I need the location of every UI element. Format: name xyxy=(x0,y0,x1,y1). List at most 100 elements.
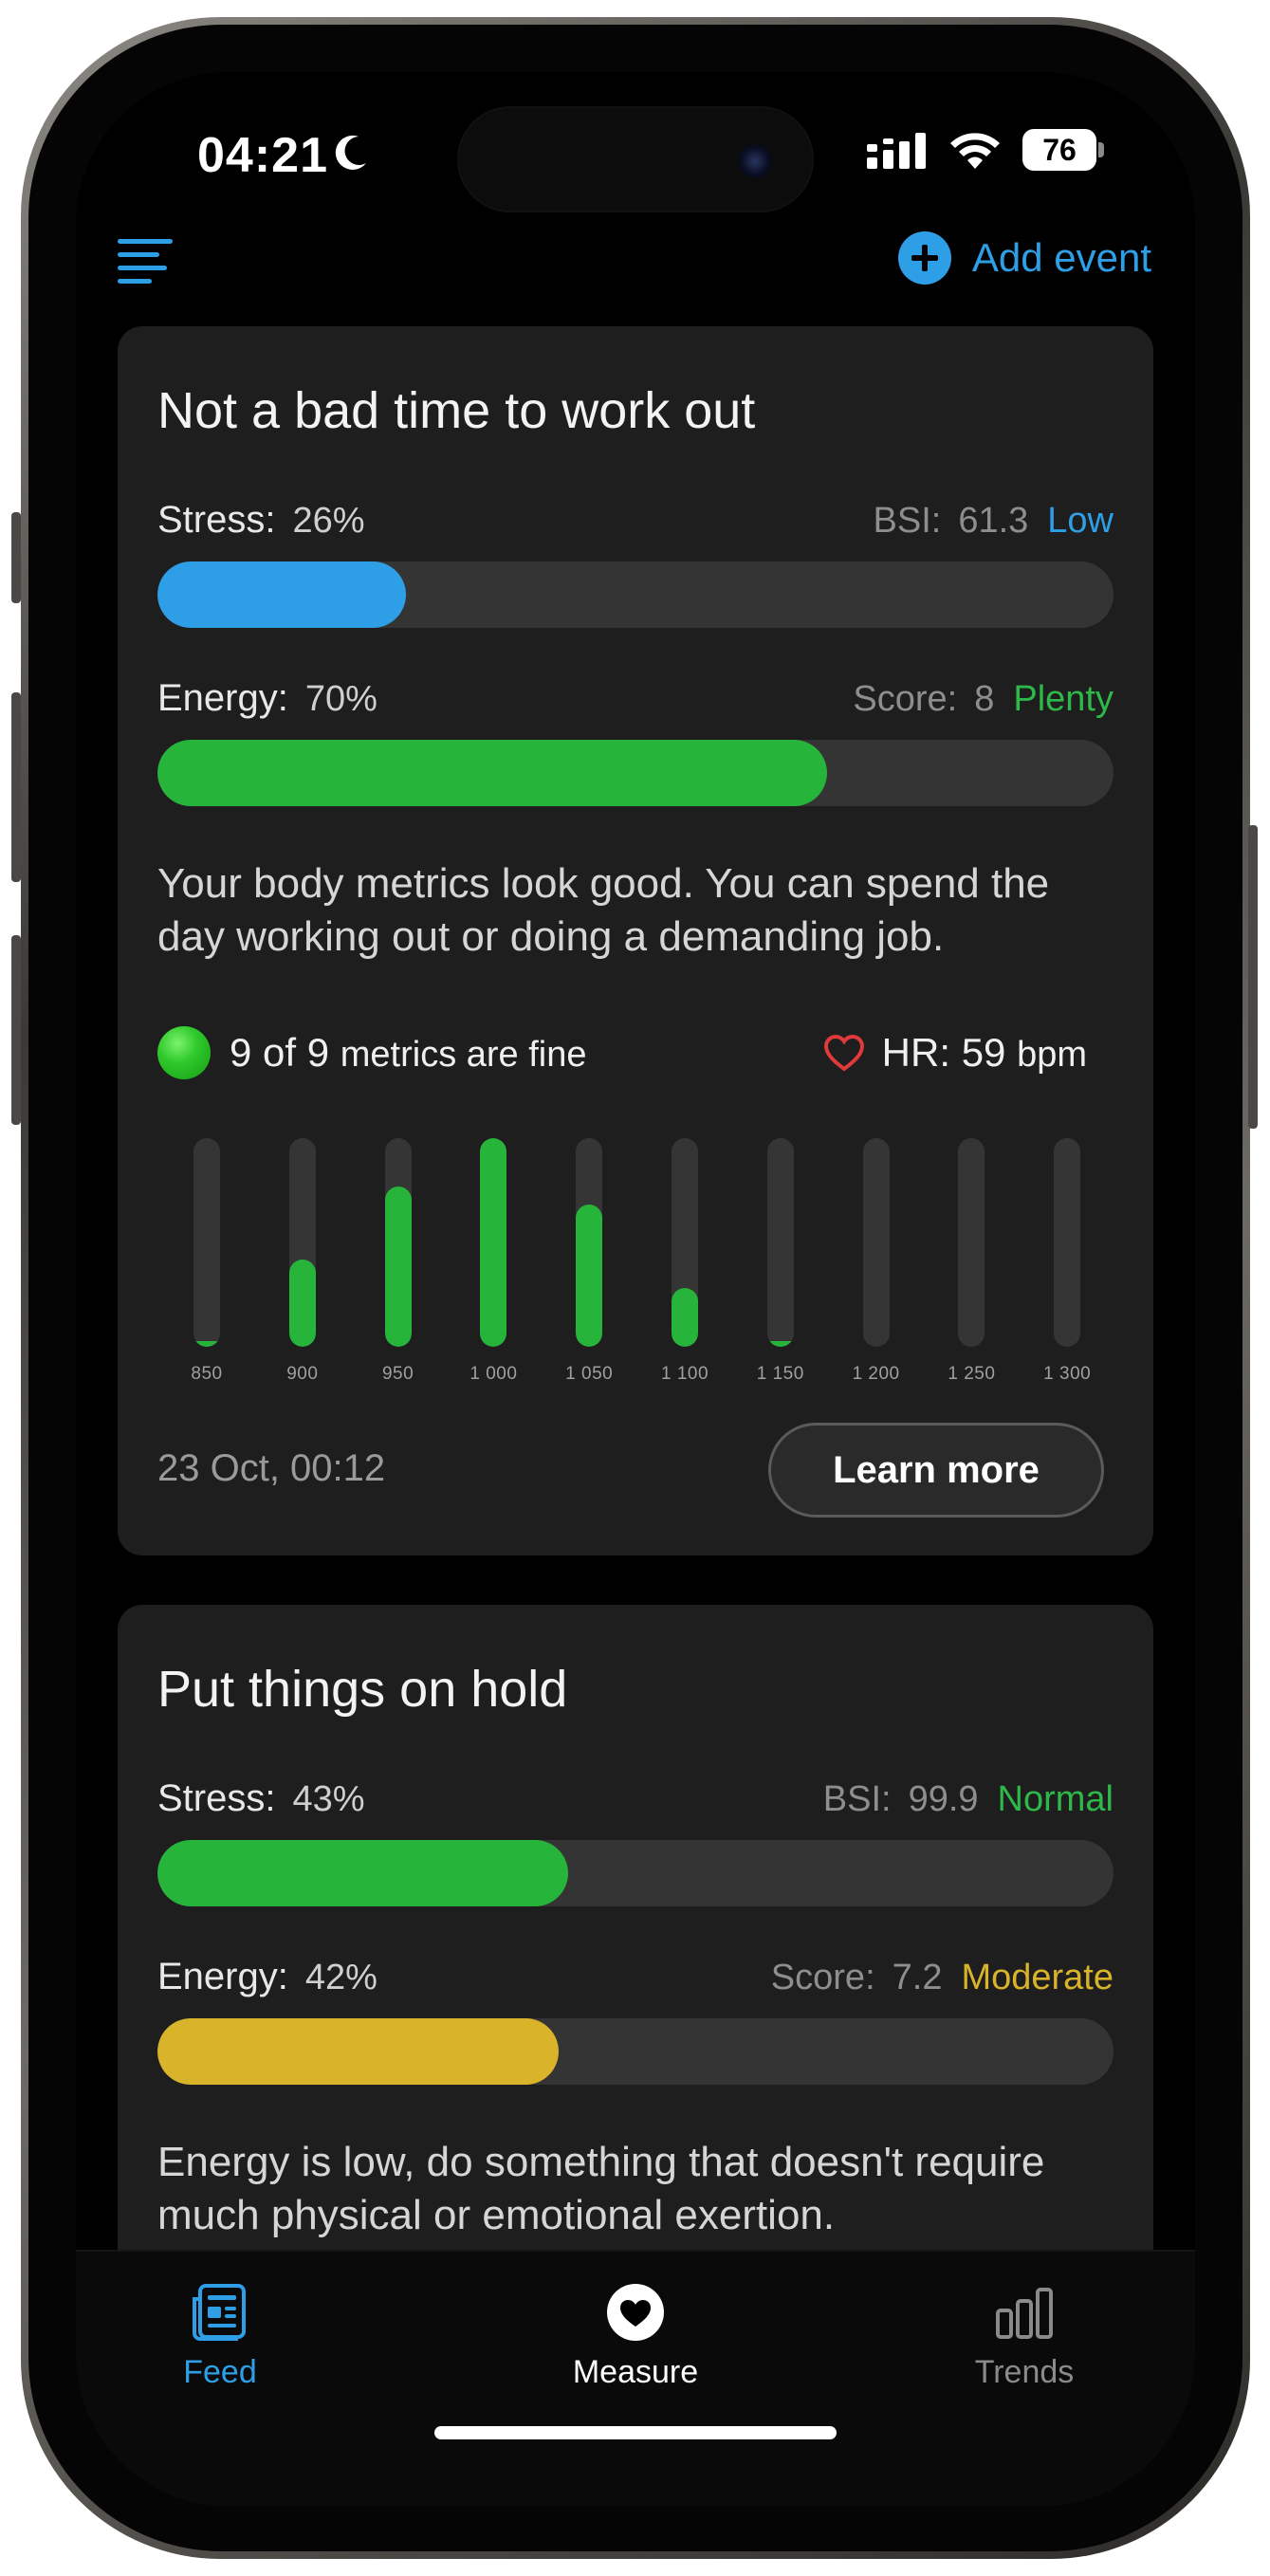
stress-bar xyxy=(157,561,1114,628)
power-button xyxy=(1248,825,1258,1129)
histogram-column: 1 300 xyxy=(1018,1138,1116,1404)
energy-bar-fill xyxy=(157,740,827,806)
score-value: 7.2 xyxy=(892,1958,943,1997)
histogram-tick-label: 1 300 xyxy=(1043,1364,1092,1384)
bsi-value: 99.9 xyxy=(908,1779,979,1819)
bsi-label: BSI: xyxy=(822,1779,892,1819)
screen: 04:21 76 Add event Not a bad time to wor… xyxy=(76,72,1195,2506)
histogram-column: 850 xyxy=(157,1138,256,1404)
histogram-column: 900 xyxy=(253,1138,352,1404)
stress-bar-fill xyxy=(157,561,407,628)
metrics-suffix: metrics are fine xyxy=(340,1035,587,1075)
stress-label: Stress: xyxy=(157,1777,276,1819)
heart-rate: HR: 59 bpm xyxy=(823,1030,1087,1076)
dynamic-island xyxy=(457,106,814,212)
hr-value: 59 xyxy=(961,1030,1006,1075)
histogram-tick-label: 1 050 xyxy=(565,1364,614,1384)
histogram-tick-label: 900 xyxy=(286,1364,319,1384)
rr-histogram: 850 900 950 1 000 1 050 1 100 1 150 1 200 1 250 1… xyxy=(157,1138,1114,1404)
stress-level: Low xyxy=(1047,501,1114,541)
tab-feed-label: Feed xyxy=(183,2354,257,2390)
histogram-track xyxy=(958,1138,985,1347)
histogram-column: 950 xyxy=(349,1138,448,1404)
bsi-label: BSI: xyxy=(873,501,942,541)
silent-switch xyxy=(11,512,21,603)
card-timestamp: 23 Oct, 00:12 xyxy=(157,1447,386,1489)
histogram-tick-label: 850 xyxy=(191,1364,223,1384)
histogram-column: 1 050 xyxy=(540,1138,638,1404)
moon-icon xyxy=(335,135,366,170)
histogram-bar xyxy=(672,1288,698,1347)
status-time: 04:21 xyxy=(197,128,328,183)
histogram-track xyxy=(576,1138,603,1347)
add-event-button[interactable]: Add event xyxy=(897,231,1151,285)
volume-up-button xyxy=(11,692,21,882)
stress-label: Stress: xyxy=(157,499,276,541)
bsi-value: 61.3 xyxy=(958,501,1029,541)
stress-row: Stress: 26% BSI: 61.3 Low xyxy=(157,499,1114,542)
hr-unit: bpm xyxy=(1017,1035,1087,1075)
tab-measure[interactable]: Measure xyxy=(522,2282,749,2391)
histogram-tick-label: 1 000 xyxy=(469,1364,518,1384)
histogram-track xyxy=(862,1138,890,1347)
histogram-bar xyxy=(766,1341,794,1347)
histogram-tick-label: 1 250 xyxy=(948,1364,996,1384)
stress-level: Normal xyxy=(997,1779,1114,1819)
histogram-tick-label: 1 150 xyxy=(756,1364,804,1384)
wifi-icon xyxy=(950,133,1000,169)
histogram-tick-label: 1 200 xyxy=(852,1364,900,1384)
tab-feed[interactable]: Feed xyxy=(106,2282,334,2391)
card-description: Energy is low, do something that doesn't… xyxy=(157,2139,1045,2238)
histogram-column: 1 150 xyxy=(731,1138,830,1404)
stress-value: 26% xyxy=(292,501,365,541)
energy-label: Energy: xyxy=(157,1956,288,1997)
stress-bar xyxy=(157,1840,1114,1906)
tab-measure-label: Measure xyxy=(572,2354,699,2390)
volume-down-button xyxy=(11,935,21,1125)
heart-icon xyxy=(823,1034,864,1072)
tab-bar: Feed Measure Trends xyxy=(76,2250,1195,2506)
camera-icon xyxy=(738,144,772,178)
energy-value: 70% xyxy=(304,679,377,719)
energy-level: Plenty xyxy=(1013,679,1114,719)
battery-nub xyxy=(1098,142,1104,157)
energy-bar xyxy=(157,2018,1114,2085)
energy-row: Energy: 70% Score: 8 Plenty xyxy=(157,677,1114,720)
histogram-track xyxy=(1054,1138,1081,1347)
energy-level: Moderate xyxy=(961,1958,1114,1997)
score-label: Score: xyxy=(770,1958,875,1997)
tab-trends-label: Trends xyxy=(974,2354,1075,2390)
status-dot-icon xyxy=(157,1026,211,1079)
stress-row: Stress: 43% BSI: 99.9 Normal xyxy=(157,1777,1114,1820)
learn-more-button[interactable]: Learn more xyxy=(768,1423,1104,1518)
card-title: Put things on hold xyxy=(157,1661,568,1718)
card-title: Not a bad time to work out xyxy=(157,382,756,439)
histogram-bar xyxy=(288,1259,316,1347)
histogram-tick-label: 1 100 xyxy=(660,1364,709,1384)
stress-bar-fill xyxy=(157,1840,569,1906)
histogram-track xyxy=(384,1138,412,1347)
feed-icon xyxy=(193,2284,246,2341)
battery-level: 76 xyxy=(1022,129,1096,171)
score-label: Score: xyxy=(853,679,958,719)
histogram-track xyxy=(672,1138,698,1347)
histogram-bar xyxy=(576,1205,603,1347)
histogram-track xyxy=(766,1138,794,1347)
plus-icon xyxy=(897,231,951,285)
measure-heart-icon xyxy=(607,2284,664,2341)
add-event-label: Add event xyxy=(971,235,1151,280)
stress-value: 43% xyxy=(292,1779,365,1819)
tab-trends[interactable]: Trends xyxy=(911,2282,1138,2391)
battery-indicator: 76 xyxy=(1022,129,1104,171)
menu-icon[interactable] xyxy=(118,235,176,288)
hr-label: HR: xyxy=(881,1030,951,1075)
energy-label: Energy: xyxy=(157,677,288,719)
histogram-bar xyxy=(480,1138,507,1347)
histogram-tick-label: 950 xyxy=(381,1364,414,1384)
energy-value: 42% xyxy=(304,1958,377,1997)
home-indicator[interactable] xyxy=(434,2426,837,2439)
metrics-summary-row: 9 of 9 metrics are fine HR: 59 bpm xyxy=(157,1026,1087,1079)
score-value: 8 xyxy=(974,679,995,719)
histogram-column: 1 200 xyxy=(827,1138,926,1404)
histogram-bar xyxy=(193,1341,220,1347)
